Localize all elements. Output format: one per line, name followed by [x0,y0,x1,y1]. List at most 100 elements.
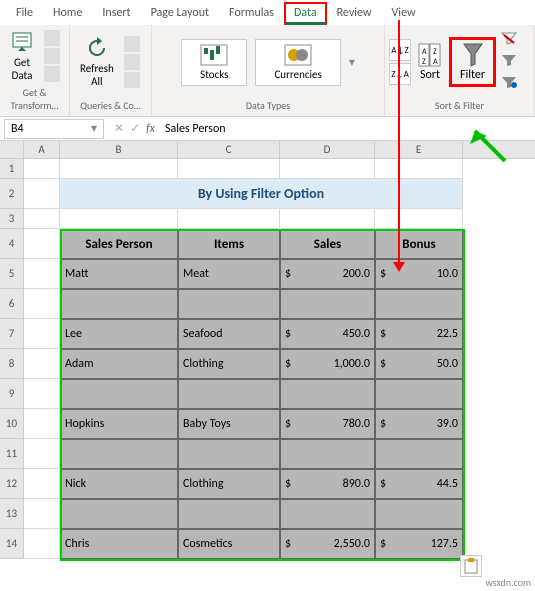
cell-sales[interactable]: $1,000.0 [280,349,375,379]
cancel-icon[interactable]: ✕ [114,121,124,136]
cell-person[interactable] [60,499,178,529]
formula-input[interactable]: Sales Person [161,120,230,138]
cell-C1[interactable] [178,159,280,179]
cell-person[interactable]: Nick [60,469,178,499]
stocks-button[interactable]: Stocks [181,39,247,86]
currencies-button[interactable]: Currencies [255,39,340,86]
datatypes-more-icon[interactable]: ▾ [349,55,355,70]
row-header-4[interactable]: 4 [0,229,24,259]
tab-view[interactable]: View [382,2,426,25]
cell-person[interactable] [60,439,178,469]
row-header-14[interactable]: 14 [0,529,24,559]
cell-B1[interactable] [60,159,178,179]
sort-asc-button[interactable]: A↓Z [389,39,411,61]
cell-person[interactable]: Adam [60,349,178,379]
col-header-D[interactable]: D [280,141,375,158]
paste-options-button[interactable] [460,555,482,577]
edit-links-button[interactable] [124,72,140,88]
col-header-B[interactable]: B [60,141,178,158]
fx-button[interactable]: fx [146,122,155,136]
from-table-button[interactable] [44,66,60,82]
header-sales-person[interactable]: Sales Person [60,229,178,259]
cell-D1[interactable] [280,159,375,179]
cell-A13[interactable] [24,499,60,529]
from-web-button[interactable] [44,48,60,64]
cell-items[interactable]: Cosmetics [178,529,280,559]
cell-bonus[interactable] [375,499,463,529]
name-box-dropdown-icon[interactable]: ▾ [91,121,97,136]
cell-person[interactable] [60,379,178,409]
cell-person[interactable] [60,289,178,319]
enter-icon[interactable]: ✓ [130,121,140,136]
cell-bonus[interactable]: $10.0 [375,259,463,289]
clear-filter-button[interactable] [500,31,518,49]
cell-person[interactable]: Matt [60,259,178,289]
tab-home[interactable]: Home [43,2,92,25]
cell-sales[interactable]: $200.0 [280,259,375,289]
tab-file[interactable]: File [6,2,43,25]
cell-bonus[interactable] [375,379,463,409]
row-header-9[interactable]: 9 [0,379,24,409]
cell-bonus[interactable] [375,289,463,319]
name-box[interactable]: B4 ▾ [4,119,104,139]
cell-person[interactable]: Hopkins [60,409,178,439]
row-header-5[interactable]: 5 [0,259,24,289]
cell-sales[interactable]: $450.0 [280,319,375,349]
cell-B3[interactable] [60,209,178,229]
cell-bonus[interactable]: $127.5 [375,529,463,559]
cell-sales[interactable] [280,289,375,319]
cell-A10[interactable] [24,409,60,439]
cell-A9[interactable] [24,379,60,409]
row-header-12[interactable]: 12 [0,469,24,499]
cell-bonus[interactable]: $44.5 [375,469,463,499]
cell-A1[interactable] [24,159,60,179]
cell-person[interactable]: Lee [60,319,178,349]
row-header-2[interactable]: 2 [0,179,24,209]
cell-sales[interactable] [280,499,375,529]
properties-button[interactable] [124,54,140,70]
cell-A2[interactable] [24,179,60,209]
col-header-A[interactable]: A [24,141,60,158]
cell-bonus[interactable]: $22.5 [375,319,463,349]
row-header-6[interactable]: 6 [0,289,24,319]
cell-sales[interactable] [280,439,375,469]
cell-items[interactable] [178,439,280,469]
tab-page-layout[interactable]: Page Layout [141,2,219,25]
sort-desc-button[interactable]: Z↓A [389,63,411,85]
cell-A5[interactable] [24,259,60,289]
advanced-filter-button[interactable] [500,75,518,93]
cell-items[interactable] [178,289,280,319]
cell-items[interactable]: Meat [178,259,280,289]
row-header-11[interactable]: 11 [0,439,24,469]
header-sales[interactable]: Sales [280,229,375,259]
cell-A14[interactable] [24,529,60,559]
col-header-C[interactable]: C [178,141,280,158]
cell-items[interactable]: Baby Toys [178,409,280,439]
title-cell[interactable]: By Using Filter Option [60,179,463,209]
reapply-filter-button[interactable] [500,53,518,71]
header-items[interactable]: Items [178,229,280,259]
row-header-1[interactable]: 1 [0,159,24,179]
col-header-E[interactable]: E [375,141,463,158]
cell-C3[interactable] [178,209,280,229]
cell-bonus[interactable]: $50.0 [375,349,463,379]
tab-formulas[interactable]: Formulas [219,2,284,25]
cell-A6[interactable] [24,289,60,319]
cell-A4[interactable] [24,229,60,259]
row-header-13[interactable]: 13 [0,499,24,529]
cell-A8[interactable] [24,349,60,379]
sort-button[interactable]: AZZA Sort [413,40,447,84]
header-bonus[interactable]: Bonus [375,229,463,259]
cell-bonus[interactable] [375,439,463,469]
row-header-8[interactable]: 8 [0,349,24,379]
cell-E3[interactable] [375,209,463,229]
select-all-cell[interactable] [0,141,24,158]
row-header-3[interactable]: 3 [0,209,24,229]
filter-button[interactable]: Filter [449,37,496,87]
get-data-button[interactable]: Get Data [4,28,40,84]
cell-items[interactable] [178,499,280,529]
cell-items[interactable]: Clothing [178,349,280,379]
from-text-button[interactable] [44,30,60,46]
cell-A3[interactable] [24,209,60,229]
queries-connections-button[interactable] [124,36,140,52]
